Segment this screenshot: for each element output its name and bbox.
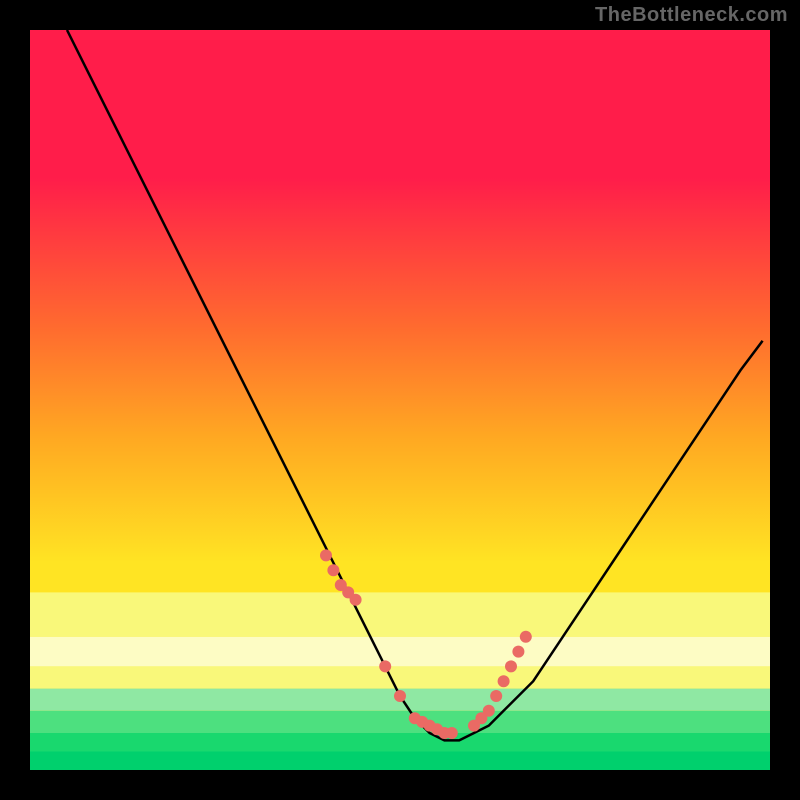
- chart-svg: [30, 30, 770, 770]
- band: [30, 592, 770, 636]
- data-point: [512, 646, 524, 658]
- band: [30, 666, 770, 688]
- data-point: [327, 564, 339, 576]
- data-point: [498, 675, 510, 687]
- data-point: [505, 660, 517, 672]
- data-point: [320, 549, 332, 561]
- bottom-color-bands: [30, 592, 770, 770]
- data-point: [350, 594, 362, 606]
- data-point: [446, 727, 458, 739]
- band: [30, 733, 770, 752]
- band: [30, 711, 770, 733]
- plot-area: [30, 30, 770, 770]
- band: [30, 637, 770, 667]
- data-point: [394, 690, 406, 702]
- data-point: [490, 690, 502, 702]
- watermark-text: TheBottleneck.com: [595, 4, 788, 27]
- data-point: [520, 631, 532, 643]
- data-point: [483, 705, 495, 717]
- band: [30, 752, 770, 771]
- data-point: [379, 660, 391, 672]
